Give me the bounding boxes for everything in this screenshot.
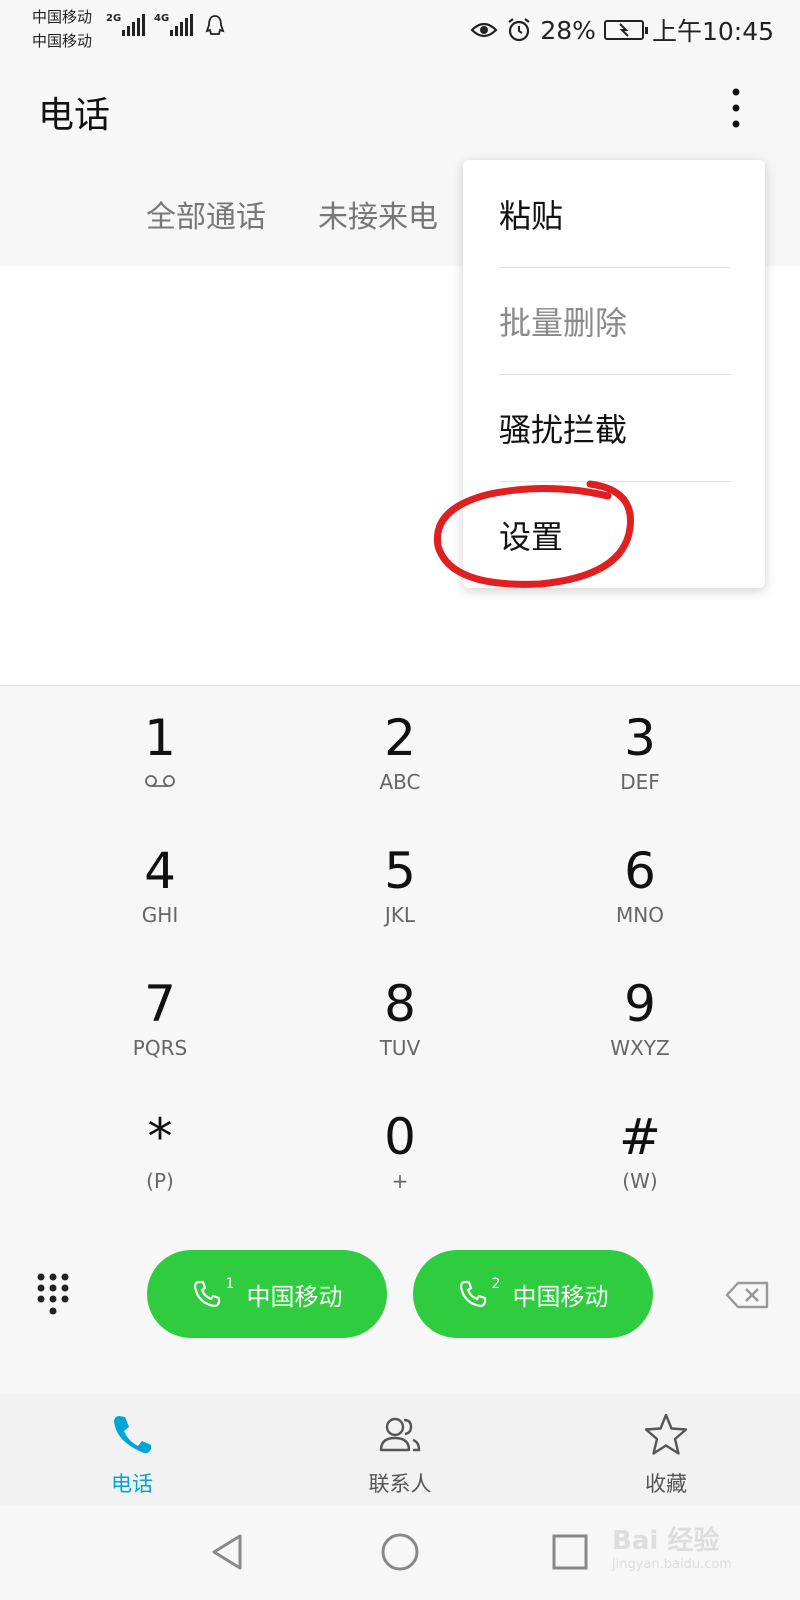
key-digit: 3 — [624, 709, 656, 767]
key-digit: 6 — [624, 842, 656, 900]
back-icon[interactable] — [206, 1530, 250, 1574]
hide-dialpad-icon[interactable] — [36, 1272, 70, 1316]
watermark-url: jingyan.baidu.com — [612, 1557, 732, 1572]
tab-missed-calls[interactable]: 未接来电 — [318, 192, 438, 236]
key-digit: 2 — [384, 709, 416, 767]
dial-key-0[interactable]: 0 + — [280, 1099, 520, 1232]
call-actions-row: 1 中国移动 2 中国移动 — [0, 1248, 800, 1338]
key-digit: * — [147, 1108, 173, 1166]
key-letters: WXYZ — [610, 1036, 670, 1060]
dial-key-7[interactable]: 7 PQRS — [40, 966, 280, 1099]
key-letters: + — [391, 1169, 409, 1193]
signal-strength-1-icon — [122, 14, 145, 36]
menu-item-paste[interactable]: 粘贴 — [463, 160, 765, 267]
nav-favorites-label: 收藏 — [645, 1472, 687, 1496]
network-type-2: 4G — [154, 13, 170, 24]
alarm-icon — [508, 18, 531, 42]
more-options-icon[interactable] — [724, 86, 748, 130]
dial-key-5[interactable]: 5 JKL — [280, 833, 520, 966]
key-letters: TUV — [379, 1036, 421, 1060]
star-icon — [644, 1413, 688, 1455]
watermark: Bai 经验 jingyan.baidu.com — [612, 1520, 732, 1572]
nav-contacts[interactable]: 联系人 — [320, 1412, 480, 1498]
phone-icon — [193, 1280, 220, 1308]
network-type-1: 2G — [106, 13, 122, 24]
contacts-icon — [379, 1417, 421, 1452]
call-sim2-button[interactable]: 2 中国移动 — [413, 1250, 653, 1338]
backspace-icon[interactable] — [724, 1280, 770, 1310]
highlight-circle-annotation — [433, 480, 634, 588]
dial-key-4[interactable]: 4 GHI — [40, 833, 280, 966]
sim-number: 1 — [225, 1276, 235, 1292]
dial-key-8[interactable]: 8 TUV — [280, 966, 520, 1099]
eye-comfort-icon — [470, 22, 498, 38]
clock-time: 上午10:45 — [651, 17, 774, 46]
sim-number: 2 — [491, 1276, 501, 1292]
nav-phone-label: 电话 — [111, 1472, 153, 1496]
key-digit: 4 — [144, 842, 176, 900]
carrier-2-label: 中国移动 — [32, 32, 93, 50]
key-digit: 5 — [384, 842, 416, 900]
watermark-brand: Bai 经验 — [612, 1526, 720, 1556]
recents-icon[interactable] — [548, 1530, 592, 1574]
battery-percent: 28% — [540, 15, 596, 45]
phone-icon — [114, 1416, 151, 1454]
signal-strength-2-icon — [170, 14, 193, 36]
key-digit: 8 — [384, 975, 416, 1033]
dial-key-9[interactable]: 9 WXYZ — [520, 966, 760, 1099]
key-letters: (W) — [622, 1169, 658, 1193]
key-letters: (P) — [146, 1169, 174, 1193]
call-sim1-button[interactable]: 1 中国移动 — [147, 1250, 387, 1338]
key-digit: 1 — [144, 709, 176, 767]
status-bar: 中国移动 中国移动 2G 4G 28% 上午10:45 — [0, 0, 800, 56]
nav-favorites[interactable]: 收藏 — [586, 1412, 746, 1498]
key-digit: # — [619, 1108, 661, 1166]
key-letters: ABC — [379, 770, 421, 794]
voicemail-icon — [145, 775, 175, 787]
phone-icon — [459, 1280, 486, 1308]
qq-notification-icon — [205, 15, 225, 35]
battery-charging-icon — [603, 20, 648, 40]
dialpad: 1 2 ABC 3 DEF 4 GHI 5 JKL 6 MNO 7 PQRS 8… — [40, 700, 760, 1232]
call-log-tabs: 全部通话 未接来电 — [146, 192, 438, 236]
call-sim2-label: 中国移动 — [512, 1282, 609, 1311]
dial-key-hash[interactable]: # (W) — [520, 1099, 760, 1232]
key-letters: JKL — [384, 903, 416, 927]
dial-key-star[interactable]: * (P) — [40, 1099, 280, 1232]
menu-item-spam-block[interactable]: 骚扰拦截 — [463, 374, 765, 481]
key-letters: MNO — [616, 903, 664, 927]
key-digit: 0 — [384, 1108, 416, 1166]
key-letters: GHI — [141, 903, 179, 927]
bottom-navigation: 电话 联系人 收藏 — [0, 1394, 800, 1506]
key-letters: DEF — [620, 770, 660, 794]
home-icon[interactable] — [378, 1530, 422, 1574]
menu-item-batch-delete[interactable]: 批量删除 — [463, 267, 765, 374]
dial-key-6[interactable]: 6 MNO — [520, 833, 760, 966]
dial-key-3[interactable]: 3 DEF — [520, 700, 760, 833]
page-title: 电话 — [38, 95, 111, 136]
nav-contacts-label: 联系人 — [368, 1472, 432, 1496]
call-sim1-label: 中国移动 — [246, 1282, 343, 1311]
dial-key-2[interactable]: 2 ABC — [280, 700, 520, 833]
key-digit: 7 — [144, 975, 176, 1033]
key-letters: PQRS — [132, 1036, 188, 1060]
menu-item-label: 粘贴 — [499, 196, 564, 235]
menu-item-label: 批量删除 — [499, 303, 628, 342]
tab-all-calls[interactable]: 全部通话 — [146, 192, 266, 236]
carrier-1-label: 中国移动 — [32, 8, 93, 26]
nav-phone[interactable]: 电话 — [52, 1412, 212, 1498]
key-digit: 9 — [624, 975, 656, 1033]
dial-key-1[interactable]: 1 — [40, 700, 280, 833]
menu-item-label: 骚扰拦截 — [499, 410, 628, 449]
